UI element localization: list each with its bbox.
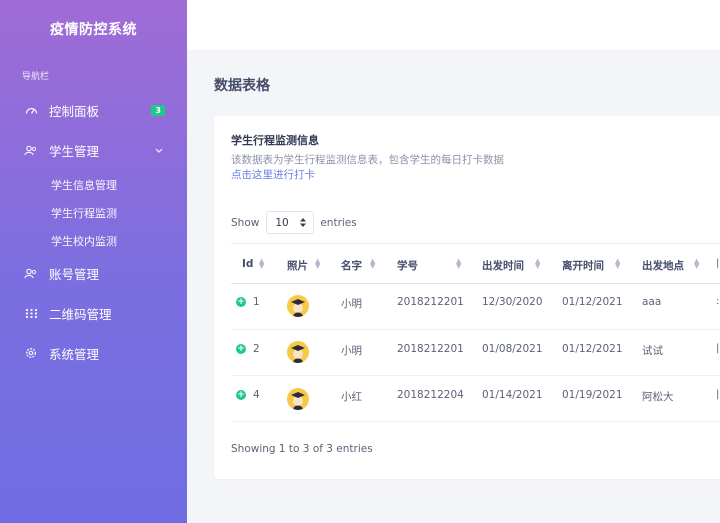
cell-student-no: 2018212201 — [397, 343, 464, 355]
chevron-down-icon — [155, 148, 163, 153]
sidebar: 疫情防控系统 导航栏 控制面板 3 学生管理 学生信息管理 学生行程监测 学生校… — [0, 0, 187, 523]
avatar — [287, 341, 309, 363]
cell-id: 2 — [253, 343, 260, 355]
page-size-select[interactable]: 10 — [266, 211, 315, 234]
cell-location: 试试 — [642, 345, 663, 357]
users-icon — [24, 143, 38, 157]
sort-desc-icon: ▲ ▼ — [259, 257, 265, 270]
grid-icon — [24, 306, 38, 320]
gear-icon — [24, 346, 38, 360]
show-label: Show — [231, 216, 260, 229]
sidebar-item-qrcode[interactable]: 二维码管理 — [0, 298, 187, 328]
cell-leave-time: 01/19/2021 — [562, 389, 623, 401]
sidebar-item-accounts[interactable]: 账号管理 — [0, 258, 187, 288]
cell-name: 小红 — [341, 391, 362, 403]
cell-name: 小明 — [341, 298, 362, 310]
page-size-control: Show 10 entries — [231, 211, 357, 234]
cell-depart-time: 01/14/2021 — [482, 389, 543, 401]
cell-location: aaa — [642, 296, 662, 308]
column-header-student-no[interactable]: 学号 — [397, 258, 418, 273]
sidebar-item-label: 账号管理 — [49, 266, 100, 282]
expand-row-button[interactable]: + — [236, 344, 246, 354]
sidebar-item-label: 控制面板 — [49, 103, 100, 119]
page-size-value: 10 — [275, 216, 289, 229]
column-header-clipped: | — [716, 258, 720, 269]
column-header-depart-time[interactable]: 出发时间 — [482, 258, 524, 273]
nav-heading: 导航栏 — [22, 72, 50, 82]
sort-icon: ▲ ▼ — [694, 257, 700, 270]
sort-icon: ▲ ▼ — [370, 257, 376, 270]
cell-id: 4 — [253, 389, 260, 401]
checkin-link[interactable]: 点击这里进行打卡 — [231, 167, 315, 182]
gauge-icon — [24, 103, 38, 117]
sidebar-item-system[interactable]: 系统管理 — [0, 338, 187, 368]
column-header-photo[interactable]: 照片 — [287, 258, 308, 273]
cell-clipped: | — [716, 343, 720, 354]
sort-icon: ▲ ▼ — [615, 257, 621, 270]
cell-leave-time: 01/12/2021 — [562, 296, 623, 308]
column-header-location[interactable]: 出发地点 — [642, 258, 684, 273]
page-title: 数据表格 — [214, 78, 270, 94]
row-divider — [231, 421, 720, 422]
expand-row-button[interactable]: + — [236, 390, 246, 400]
avatar — [287, 388, 309, 410]
card-title: 学生行程监测信息 — [231, 134, 319, 147]
cell-name: 小明 — [341, 345, 362, 357]
cell-id: 1 — [253, 296, 260, 308]
sort-icon: ▲ ▼ — [315, 257, 321, 270]
sort-icon: ▲ ▼ — [535, 257, 541, 270]
expand-row-button[interactable]: + — [236, 297, 246, 307]
sidebar-item-dashboard[interactable]: 控制面板 3 — [0, 95, 187, 125]
account-icon — [24, 266, 38, 280]
avatar — [287, 295, 309, 317]
brand-title: 疫情防控系统 — [50, 22, 137, 38]
sidebar-subitem-campus-monitor[interactable]: 学生校内监测 — [51, 233, 117, 249]
row-divider — [231, 375, 720, 376]
cell-leave-time: 01/12/2021 — [562, 343, 623, 355]
column-header-leave-time[interactable]: 离开时间 — [562, 258, 604, 273]
sidebar-item-students[interactable]: 学生管理 — [0, 135, 187, 165]
cell-depart-time: 12/30/2020 — [482, 296, 543, 308]
cell-depart-time: 01/08/2021 — [482, 343, 543, 355]
sidebar-subitem-student-info[interactable]: 学生信息管理 — [51, 177, 117, 193]
cell-clipped: | — [716, 389, 720, 400]
sidebar-item-label: 系统管理 — [49, 346, 100, 362]
table-info: Showing 1 to 3 of 3 entries — [231, 443, 373, 455]
sidebar-item-label: 学生管理 — [49, 143, 100, 159]
cell-location: 阿松大 — [642, 391, 674, 403]
sidebar-item-label: 二维码管理 — [49, 306, 112, 322]
entries-label: entries — [320, 216, 357, 229]
sidebar-subitem-trip-monitor[interactable]: 学生行程监测 — [51, 205, 117, 221]
sort-updown-icon — [300, 218, 307, 227]
cell-student-no: 2018212204 — [397, 389, 464, 401]
column-header-name[interactable]: 名字 — [341, 258, 362, 273]
table-top-border — [231, 243, 720, 244]
top-bar — [187, 0, 720, 50]
card-description: 该数据表为学生行程监测信息表，包含学生的每日打卡数据 — [231, 154, 504, 166]
column-header-id[interactable]: Id — [242, 258, 253, 270]
notification-badge: 3 — [151, 104, 165, 116]
sort-icon: ▲ ▼ — [456, 257, 462, 270]
cell-clipped: : — [716, 296, 720, 307]
cell-student-no: 2018212201 — [397, 296, 464, 308]
row-divider — [231, 329, 720, 330]
header-divider — [231, 283, 720, 284]
